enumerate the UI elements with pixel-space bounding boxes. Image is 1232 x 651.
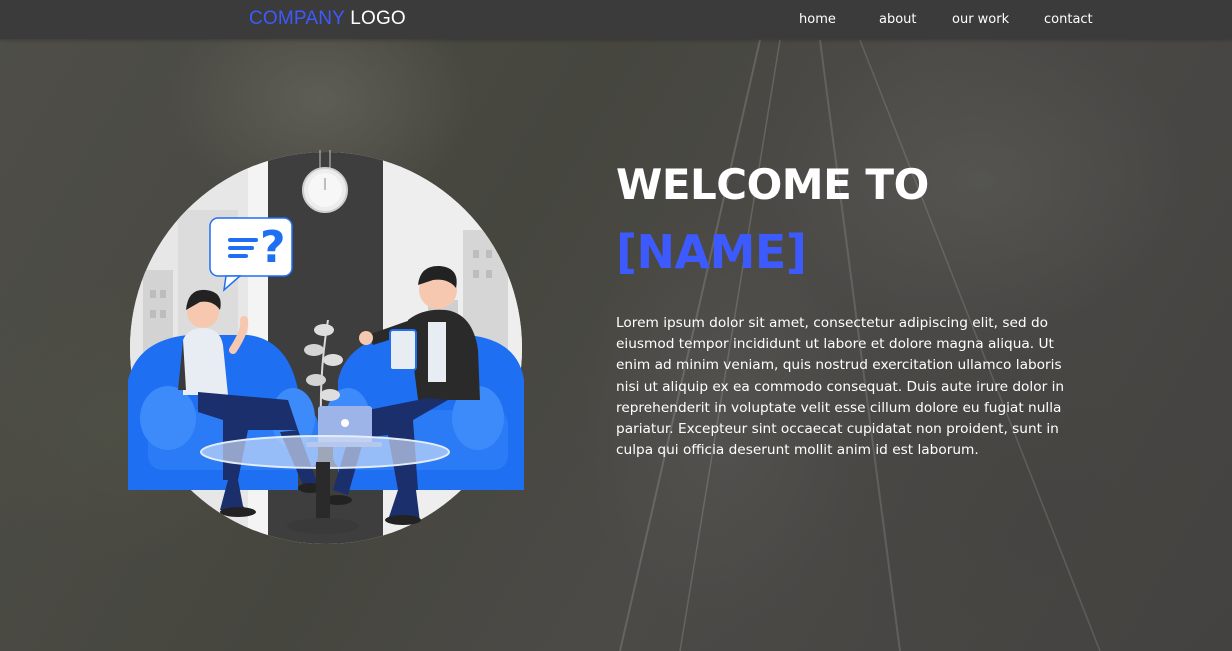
- logo-company-text: COMPANY: [249, 8, 345, 29]
- nav-link-about[interactable]: about: [879, 12, 917, 27]
- intro-paragraph: Lorem ipsum dolor sit amet, consectetur …: [616, 315, 1065, 459]
- svg-text:?: ?: [260, 222, 286, 273]
- company-logo[interactable]: COMPANY LOGO: [249, 8, 406, 30]
- navbar: COMPANY LOGO home about our work contact: [0, 0, 1232, 39]
- logo-word-text: LOGO: [350, 8, 406, 29]
- nav-link-home[interactable]: home: [799, 12, 836, 27]
- nav-link-our-work[interactable]: our work: [952, 12, 1009, 27]
- welcome-heading: WELCOME TO: [616, 160, 929, 209]
- nav-link-contact[interactable]: contact: [1044, 12, 1093, 27]
- hero-illustration: ?: [128, 150, 524, 544]
- name-heading: [NAME]: [616, 225, 807, 279]
